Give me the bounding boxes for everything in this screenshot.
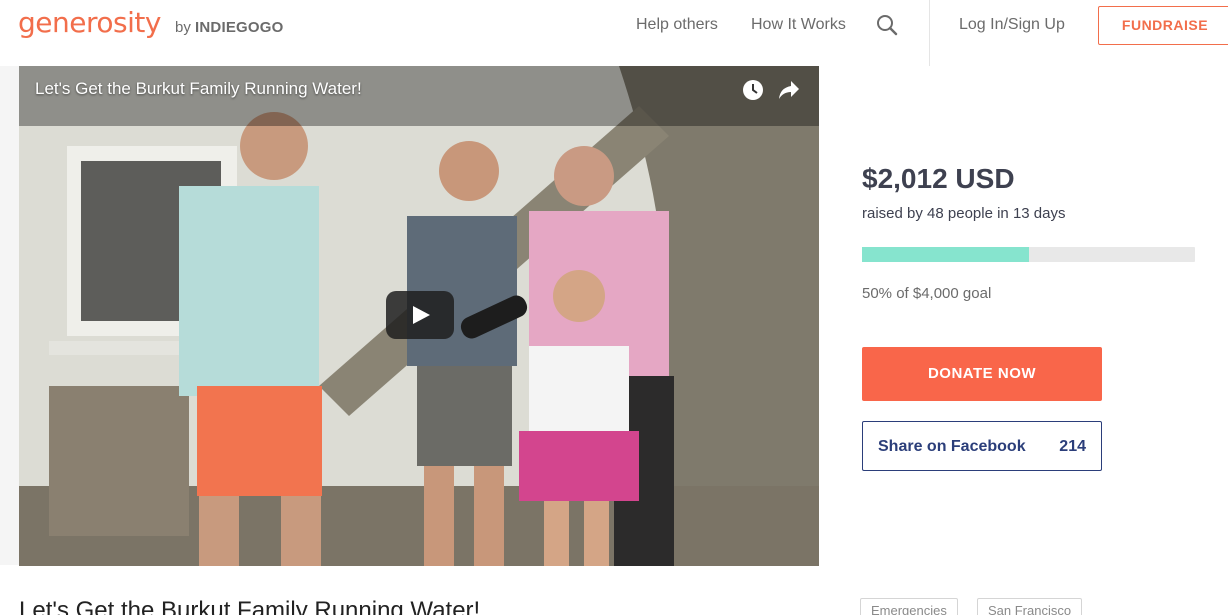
donate-now-button[interactable]: DONATE NOW bbox=[862, 347, 1102, 401]
nav-help-others[interactable]: Help others bbox=[636, 16, 718, 34]
amount-raised: $2,012 USD bbox=[862, 163, 1015, 194]
by-indiegogo: by INDIEGOGO bbox=[175, 19, 284, 36]
generosity-logo[interactable]: generosity bbox=[18, 6, 161, 39]
by-prefix: by bbox=[175, 19, 191, 36]
tag-emergencies[interactable]: Emergencies bbox=[860, 598, 958, 615]
video-title: Let's Get the Burkut Family Running Wate… bbox=[35, 79, 362, 98]
funding-panel bbox=[819, 66, 1228, 565]
raised-summary: raised by 48 people in 13 days bbox=[862, 205, 1066, 222]
watch-later-icon[interactable] bbox=[742, 79, 764, 101]
campaign-video[interactable]: Let's Get the Burkut Family Running Wate… bbox=[19, 66, 819, 566]
header-divider bbox=[929, 0, 930, 66]
campaign-title: Let's Get the Burkut Family Running Wate… bbox=[19, 597, 481, 615]
fundraise-button[interactable]: FUNDRAISE bbox=[1098, 6, 1228, 45]
progress-bar-fill bbox=[862, 247, 1029, 262]
share-icon[interactable] bbox=[777, 79, 801, 101]
search-icon[interactable] bbox=[876, 14, 898, 36]
share-facebook-button[interactable]: Share on Facebook 214 bbox=[862, 421, 1102, 471]
progress-bar bbox=[862, 247, 1195, 262]
tag-san-francisco[interactable]: San Francisco bbox=[977, 598, 1083, 615]
play-button[interactable] bbox=[386, 291, 454, 339]
goal-text: 50% of $4,000 goal bbox=[862, 285, 992, 302]
site-header: generosity by INDIEGOGO Help others How … bbox=[0, 0, 1228, 66]
nav-how-it-works[interactable]: How It Works bbox=[751, 16, 846, 34]
login-signup-link[interactable]: Log In/Sign Up bbox=[959, 16, 1065, 34]
share-count: 214 bbox=[1059, 438, 1086, 455]
indiegogo-brand[interactable]: INDIEGOGO bbox=[195, 19, 283, 36]
share-facebook-label: Share on Facebook bbox=[878, 438, 1026, 455]
